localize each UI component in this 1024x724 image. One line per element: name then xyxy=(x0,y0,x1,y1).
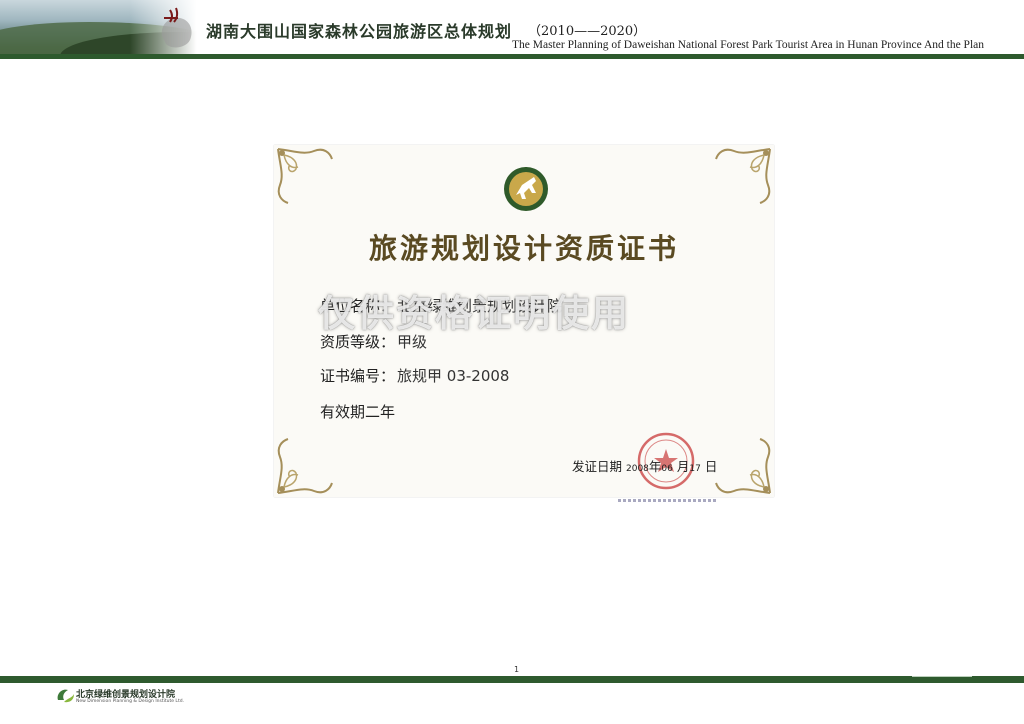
issue-date: 发证日期 2008年06 月17 日 xyxy=(572,456,717,475)
issue-year: 2008 xyxy=(626,464,649,474)
field-certificate-number: 证书编号： 旅规甲 03-2008 xyxy=(320,365,509,386)
org-logo-icon xyxy=(57,689,74,703)
daweishan-logo xyxy=(161,7,192,48)
project-years: （2010——2020） xyxy=(528,24,647,39)
footer-divider xyxy=(0,676,1024,683)
issue-day: 17 xyxy=(689,464,701,474)
issue-month: 06 xyxy=(661,464,673,474)
project-title-cn: 湖南大围山国家森林公园旅游区总体规划 xyxy=(206,22,513,41)
ornament-corner-icon xyxy=(715,148,771,204)
org-name-en: New Dimension Planning & Design Institut… xyxy=(76,699,184,704)
issue-day-unit: 日 xyxy=(704,459,718,474)
issue-month-unit: 月 xyxy=(676,459,690,474)
issue-year-unit: 年 xyxy=(648,459,662,474)
page-number: 1 xyxy=(514,665,520,674)
field-validity: 有效期二年 xyxy=(320,403,396,421)
certificate-title: 旅游规划设计资质证书 xyxy=(368,232,679,265)
header-divider xyxy=(0,54,1024,59)
issue-date-label: 发证日期 xyxy=(572,459,623,474)
ornament-corner-icon xyxy=(715,438,771,494)
ornament-corner-icon xyxy=(277,438,333,494)
project-title-en: The Master Planning of Daweishan Nationa… xyxy=(512,39,984,51)
watermark-text: 仅供资格证明使用 xyxy=(318,292,630,335)
footer-accent-line xyxy=(912,676,972,677)
certificate-fineprint xyxy=(618,499,718,502)
tourism-horse-emblem-icon xyxy=(504,167,548,211)
qualification-certificate: 旅游规划设计资质证书 单位名称： 北京绿维创景规划设计院 资质等级： 甲级 证书编号… xyxy=(274,145,774,497)
ornament-corner-icon xyxy=(277,148,333,204)
field-value: 旅规甲 03-2008 xyxy=(397,367,510,385)
field-label: 证书编号： xyxy=(320,367,396,385)
page-header: 湖南大围山国家森林公园旅游区总体规划 （2010——2020） The Mast… xyxy=(0,0,1024,59)
